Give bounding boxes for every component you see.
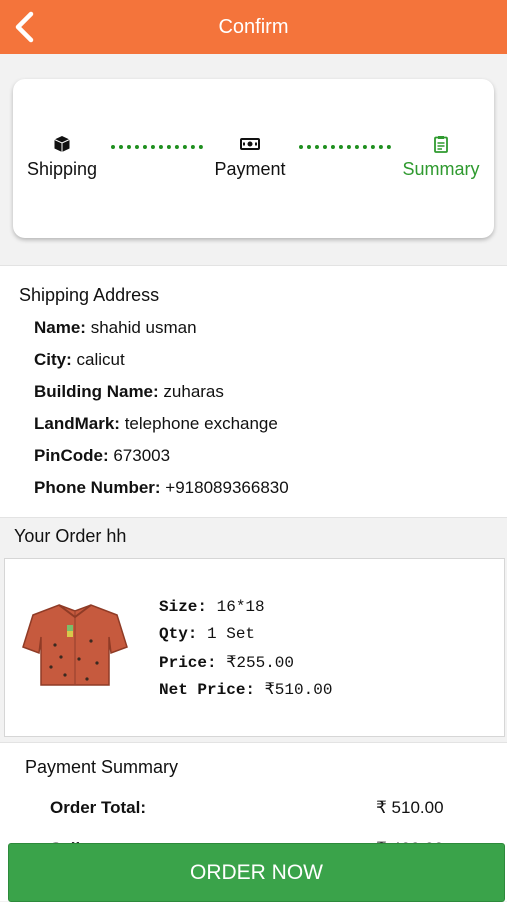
field-label: LandMark:	[34, 414, 120, 433]
step-label: Payment	[214, 159, 286, 179]
clipboard-icon	[434, 136, 448, 153]
step-label: Shipping	[26, 159, 98, 179]
order-total-value: ₹ 510.00	[376, 798, 444, 817]
cash-icon	[240, 138, 260, 150]
app-bar: Confirm	[0, 0, 507, 54]
price-value: ₹255.00	[226, 654, 295, 672]
order-qty-row: Qty: 1 Set	[159, 625, 255, 643]
order-price-row: Price: ₹255.00	[159, 652, 294, 672]
step-shipping[interactable]: Shipping	[25, 135, 99, 180]
net-price-value: ₹510.00	[264, 681, 333, 699]
shipping-address-panel: Shipping Address Name: shahid usman City…	[0, 265, 507, 518]
size-label: Size:	[159, 598, 208, 616]
shirt-image	[22, 604, 128, 686]
step-connector	[299, 145, 391, 149]
field-value: telephone exchange	[124, 414, 278, 433]
order-size-row: Size: 16*18	[159, 598, 265, 616]
field-label: Name:	[34, 318, 86, 337]
step-label: Summary	[402, 159, 480, 179]
net-price-label: Net Price:	[159, 681, 256, 699]
field-value: shahid usman	[90, 318, 197, 337]
checkout-stepper: Shipping Payment Summary	[13, 79, 494, 238]
field-label: PinCode:	[34, 446, 109, 465]
qty-label: Qty:	[159, 625, 198, 643]
field-value: calicut	[76, 350, 125, 369]
order-title: Your Order hh	[14, 526, 127, 546]
price-label: Price:	[159, 654, 217, 672]
address-city-row: City: calicut	[34, 350, 125, 370]
step-connector	[111, 145, 203, 149]
size-value: 16*18	[216, 598, 265, 616]
order-now-button[interactable]: ORDER NOW	[8, 843, 505, 902]
field-value: +918089366830	[165, 478, 289, 497]
qty-value: 1 Set	[207, 625, 256, 643]
field-label: Building Name:	[34, 382, 159, 401]
field-label: Phone Number:	[34, 478, 161, 497]
address-landmark-row: LandMark: telephone exchange	[34, 414, 278, 434]
address-name-row: Name: shahid usman	[34, 318, 197, 338]
address-pincode-row: PinCode: 673003	[34, 446, 170, 466]
box-icon	[54, 136, 70, 152]
shipping-address-title: Shipping Address	[19, 285, 160, 305]
field-value: 673003	[113, 446, 171, 465]
address-building-row: Building Name: zuharas	[34, 382, 224, 402]
payment-summary-title: Payment Summary	[25, 757, 179, 777]
step-summary[interactable]: Summary	[399, 135, 483, 180]
order-item-card[interactable]: Size: 16*18 Qty: 1 Set Price: ₹255.00 Ne…	[4, 558, 505, 737]
field-label: City:	[34, 350, 72, 369]
address-phone-row: Phone Number: +918089366830	[34, 478, 289, 498]
step-payment[interactable]: Payment	[209, 135, 291, 180]
field-value: zuharas	[163, 382, 224, 401]
order-total-label: Order Total:	[50, 798, 147, 817]
page-title: Confirm	[218, 16, 289, 38]
order-total-row: Order Total: ₹ 510.00	[50, 798, 450, 818]
order-net-price-row: Net Price: ₹510.00	[159, 679, 332, 699]
